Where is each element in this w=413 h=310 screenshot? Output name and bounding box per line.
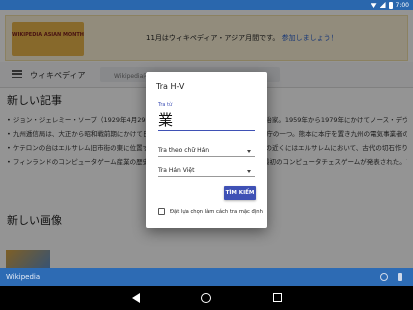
clock: 7:00: [395, 1, 409, 9]
wifi-icon: [370, 3, 377, 8]
status-bar: 7:00: [0, 0, 413, 10]
dialog-title: Tra H-V: [156, 82, 185, 91]
history-icon[interactable]: [380, 273, 388, 281]
recent-apps-icon[interactable]: [273, 293, 282, 302]
dictionary-select[interactable]: Tra Hán Việt: [158, 165, 255, 177]
lookup-mode-value: Tra theo chữ Hán: [158, 147, 210, 154]
lookup-mode-select[interactable]: Tra theo chữ Hán: [158, 145, 255, 157]
home-icon[interactable]: [201, 293, 211, 303]
back-icon[interactable]: [132, 293, 140, 303]
dropdown-arrow-icon: [247, 170, 251, 173]
bottom-app-bar: Wikipedia: [0, 268, 413, 286]
cell-signal-icon: [379, 2, 386, 8]
app-title: Wikipedia: [6, 273, 41, 281]
lookup-input[interactable]: [158, 109, 255, 131]
lookup-field-label: Tra từ: [158, 102, 173, 108]
navigation-bar: [0, 286, 413, 310]
default-choice-label: Đặt lựa chọn làm cách tra mặc định: [170, 208, 263, 215]
default-choice-checkbox[interactable]: [158, 208, 165, 215]
lookup-dialog: Tra H-V Tra từ Tra theo chữ Hán Tra Hán …: [146, 72, 267, 228]
system-icons: 7:00: [370, 0, 409, 10]
dropdown-arrow-icon: [247, 150, 251, 153]
search-button[interactable]: TÌM KIẾM: [224, 186, 256, 200]
more-options-icon[interactable]: [398, 273, 402, 281]
dictionary-value: Tra Hán Việt: [158, 167, 195, 174]
default-choice-row[interactable]: Đặt lựa chọn làm cách tra mặc định: [158, 208, 263, 215]
battery-icon: [388, 1, 393, 9]
